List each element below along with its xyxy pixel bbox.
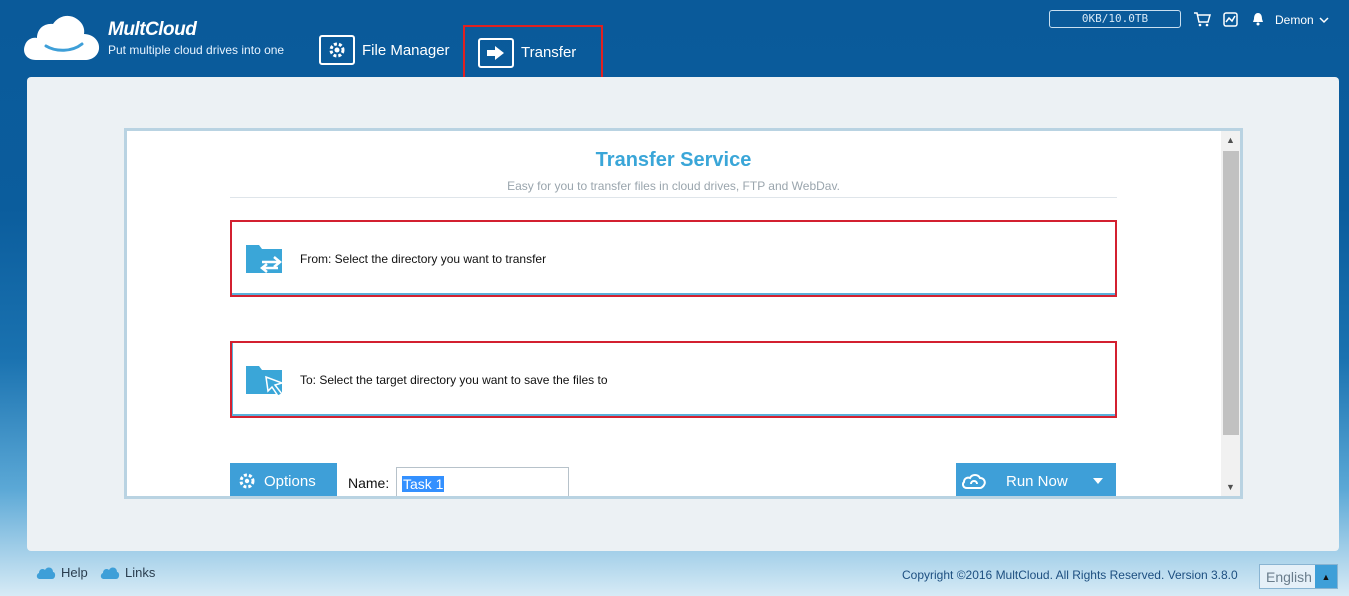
brand-name: MultCloud (108, 19, 197, 40)
caret-down-icon[interactable] (1080, 463, 1116, 496)
cart-icon[interactable] (1193, 10, 1211, 28)
caret-up-icon: ▲ (1315, 565, 1337, 588)
gear-icon (239, 473, 255, 489)
divider (230, 197, 1117, 198)
run-now-button[interactable]: Run Now (956, 463, 1116, 496)
chevron-down-icon (1319, 16, 1329, 23)
help-label: Help (61, 565, 88, 580)
transfer-arrow-icon (478, 37, 514, 68)
nav-transfer-label: Transfer (521, 44, 577, 61)
transfer-service-frame: Transfer Service Easy for you to transfe… (124, 128, 1243, 499)
links-label: Links (125, 565, 156, 580)
options-label: Options (264, 472, 316, 490)
nav-file-manager-label: File Manager (362, 41, 450, 59)
cloud-logo-icon (24, 15, 100, 61)
page-subtitle: Easy for you to transfer files in cloud … (507, 179, 840, 193)
language-value: English (1266, 568, 1312, 585)
nav-transfer[interactable]: Transfer (463, 25, 603, 80)
run-now-label: Run Now (1006, 472, 1068, 490)
user-menu[interactable]: Demon (1275, 13, 1329, 27)
nav-file-manager[interactable]: File Manager (319, 34, 450, 66)
task-name-selected-text: Task 1 (402, 476, 445, 492)
to-directory-border (232, 343, 1115, 416)
cloud-help-icon (36, 567, 56, 579)
language-select[interactable]: English ▲ (1259, 564, 1338, 589)
storage-usage[interactable]: 0KB/10.0TB (1049, 10, 1181, 28)
top-header: MultCloud Put multiple cloud drives into… (0, 0, 1349, 80)
bell-icon[interactable] (1249, 10, 1267, 28)
scroll-thumb[interactable] (1223, 151, 1239, 435)
scroll-down-arrow-icon[interactable]: ▼ (1221, 478, 1240, 496)
copyright-text: Copyright ©2016 MultCloud. All Rights Re… (902, 568, 1238, 582)
cloud-sync-icon (962, 474, 986, 489)
scrollbar[interactable]: ▲ ▼ (1221, 131, 1240, 496)
brand-tagline: Put multiple cloud drives into one (108, 43, 285, 57)
help-link[interactable]: Help (36, 565, 88, 580)
from-directory-selector[interactable]: From: Select the directory you want to t… (230, 220, 1117, 297)
task-name-label: Name: (348, 475, 390, 491)
page-title: Transfer Service (595, 149, 752, 171)
folder-transfer-icon (246, 244, 282, 273)
to-directory-selector[interactable]: To: Select the target directory you want… (230, 341, 1117, 418)
from-directory-text: From: Select the directory you want to t… (300, 251, 547, 266)
scroll-up-arrow-icon[interactable]: ▲ (1221, 131, 1240, 149)
logo-text: MultCloud Put multiple cloud drives into… (108, 19, 284, 57)
cloud-link-icon (100, 567, 120, 579)
gear-icon (319, 35, 355, 65)
logo[interactable]: MultCloud Put multiple cloud drives into… (22, 12, 284, 64)
links-link[interactable]: Links (100, 565, 155, 580)
chart-icon[interactable] (1221, 10, 1239, 28)
user-name: Demon (1275, 13, 1314, 27)
options-button[interactable]: Options (230, 463, 337, 496)
